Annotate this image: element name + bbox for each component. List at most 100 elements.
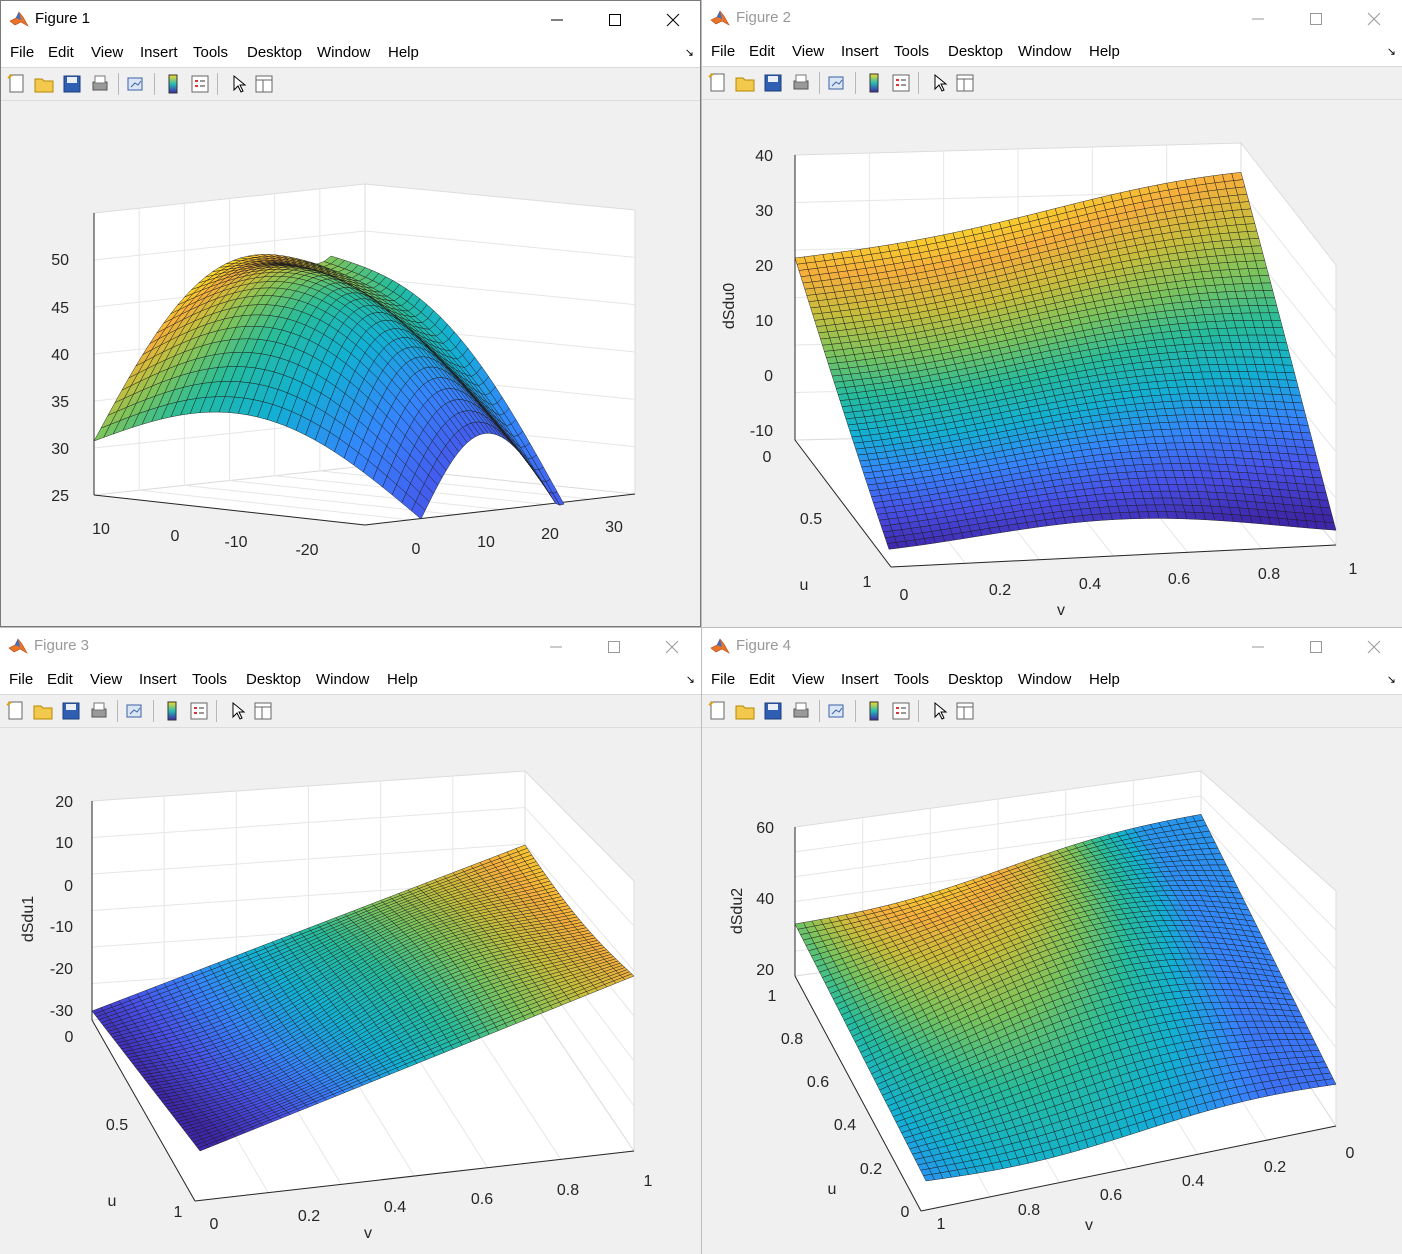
edit-plot-icon[interactable] — [928, 72, 950, 94]
menu-edit[interactable]: Edit — [47, 671, 73, 688]
insert-legend-icon[interactable] — [188, 700, 210, 722]
surface-patch — [1306, 454, 1319, 464]
figure-window-1[interactable]: Figure 1 File Edit View Insert Tools Desktop Wi… — [0, 0, 701, 627]
insert-colorbar-icon[interactable] — [161, 700, 183, 722]
axes-3d[interactable]: 403020100-1000.510 0.2 0.4 0.6 0.8 1dSdu0uv — [702, 100, 1402, 627]
close-button[interactable] — [643, 628, 701, 664]
surface-patch — [1284, 372, 1297, 381]
toolbar-separator — [918, 72, 919, 94]
minimize-button[interactable] — [1229, 0, 1287, 36]
surface-patch — [1259, 275, 1271, 284]
menu-help[interactable]: Help — [387, 671, 418, 688]
insert-colorbar-icon[interactable] — [863, 72, 885, 94]
menu-tools[interactable]: Tools — [193, 44, 228, 61]
menu-tools[interactable]: Tools — [894, 43, 929, 60]
surface-patch — [1280, 357, 1293, 366]
menu-help[interactable]: Help — [388, 44, 419, 61]
menu-desktop[interactable]: Desktop — [246, 671, 301, 688]
surface-patch — [1278, 349, 1291, 359]
insert-colorbar-icon[interactable] — [162, 73, 184, 95]
title-bar[interactable]: Figure 1 — [1, 1, 700, 37]
toolbar-separator — [819, 72, 820, 94]
surface-patch — [1302, 439, 1315, 449]
dock-arrow-icon[interactable]: ↘ — [685, 46, 694, 59]
maximize-button[interactable] — [585, 628, 643, 664]
menu-file[interactable]: File — [711, 43, 735, 60]
u-tick-label: -20 — [295, 542, 318, 559]
close-button[interactable] — [644, 1, 700, 37]
menu-window[interactable]: Window — [317, 44, 370, 61]
open-file-icon[interactable] — [734, 72, 756, 94]
property-inspector-icon[interactable] — [253, 73, 275, 95]
surface-patch — [1265, 297, 1277, 306]
menu-file[interactable]: File — [9, 671, 33, 688]
surface-patch — [1308, 462, 1321, 471]
print-icon[interactable] — [89, 73, 111, 95]
menu-window[interactable]: Window — [316, 671, 369, 688]
print-icon[interactable] — [790, 72, 812, 94]
menu-edit[interactable]: Edit — [749, 43, 775, 60]
z-tick-label: 30 — [755, 203, 773, 220]
figure-toolbar — [1, 68, 700, 101]
close-button[interactable] — [1345, 0, 1402, 36]
surface-patch — [1269, 312, 1281, 321]
edit-plot-icon[interactable] — [227, 73, 249, 95]
menu-tools[interactable]: Tools — [192, 671, 227, 688]
title-bar[interactable]: Figure 3 — [0, 628, 701, 664]
save-icon[interactable] — [60, 700, 82, 722]
menu-edit[interactable]: Edit — [48, 44, 74, 61]
title-bar[interactable]: Figure 2 — [702, 0, 1402, 36]
menu-desktop[interactable]: Desktop — [948, 43, 1003, 60]
v-tick-label: 0.8 — [1258, 566, 1280, 583]
z-tick-label: 25 — [51, 488, 69, 505]
menu-insert[interactable]: Insert — [139, 671, 177, 688]
link-plot-icon[interactable] — [125, 73, 147, 95]
menu-view[interactable]: View — [91, 44, 123, 61]
surface-patch — [1241, 208, 1254, 218]
v-tick-label: 30 — [605, 519, 623, 536]
minimize-button[interactable] — [527, 628, 585, 664]
menu-window[interactable]: Window — [1018, 43, 1071, 60]
u-tick-label: 0 — [763, 449, 772, 466]
open-file-icon[interactable] — [32, 700, 54, 722]
new-figure-icon[interactable] — [5, 700, 27, 722]
save-icon[interactable] — [762, 72, 784, 94]
axes-3d[interactable]: 50454035302510 0 -10 -20 0 10 20 30 — [1, 101, 701, 627]
u-tick-label: 0 — [171, 528, 180, 545]
menu-desktop[interactable]: Desktop — [247, 44, 302, 61]
figure-window-3[interactable]: Figure 3 File Edit View Insert Tools Desktop Wi… — [0, 627, 701, 1254]
maximize-button[interactable] — [1287, 0, 1345, 36]
new-figure-icon[interactable] — [707, 72, 729, 94]
menu-view[interactable]: View — [90, 671, 122, 688]
axes-3d[interactable]: 20100-10-20-3000.510 0.20.4 0.60.81dSdu1uv — [0, 728, 701, 1254]
menu-insert[interactable]: Insert — [140, 44, 178, 61]
edit-plot-icon[interactable] — [226, 700, 248, 722]
figure-window-2[interactable]: Figure 2 File Edit View Insert Tools Desktop Wi… — [701, 0, 1402, 627]
menu-view[interactable]: View — [792, 43, 824, 60]
print-icon[interactable] — [88, 700, 110, 722]
surface-patch — [1304, 447, 1317, 456]
close-icon — [665, 640, 679, 654]
v-tick-label: 1 — [1349, 561, 1358, 578]
surface-patch — [1274, 334, 1287, 343]
menu-file[interactable]: File — [10, 44, 34, 61]
surface-patch — [1296, 417, 1309, 426]
open-file-icon[interactable] — [33, 73, 55, 95]
property-inspector-icon[interactable] — [252, 700, 274, 722]
surface-patch — [1257, 267, 1269, 276]
maximize-button[interactable] — [586, 1, 644, 37]
property-inspector-icon[interactable] — [954, 72, 976, 94]
link-plot-icon[interactable] — [124, 700, 146, 722]
menu-insert[interactable]: Insert — [841, 43, 879, 60]
new-figure-icon[interactable] — [6, 73, 28, 95]
insert-legend-icon[interactable] — [189, 73, 211, 95]
link-plot-icon[interactable] — [826, 72, 848, 94]
menu-help[interactable]: Help — [1089, 43, 1120, 60]
dock-arrow-icon[interactable]: ↘ — [686, 673, 695, 686]
surface-patch — [1267, 305, 1279, 314]
insert-legend-icon[interactable] — [890, 72, 912, 94]
minimize-button[interactable] — [528, 1, 586, 37]
save-icon[interactable] — [61, 73, 83, 95]
dock-arrow-icon[interactable]: ↘ — [1387, 45, 1396, 58]
surface-patch — [1272, 327, 1285, 336]
